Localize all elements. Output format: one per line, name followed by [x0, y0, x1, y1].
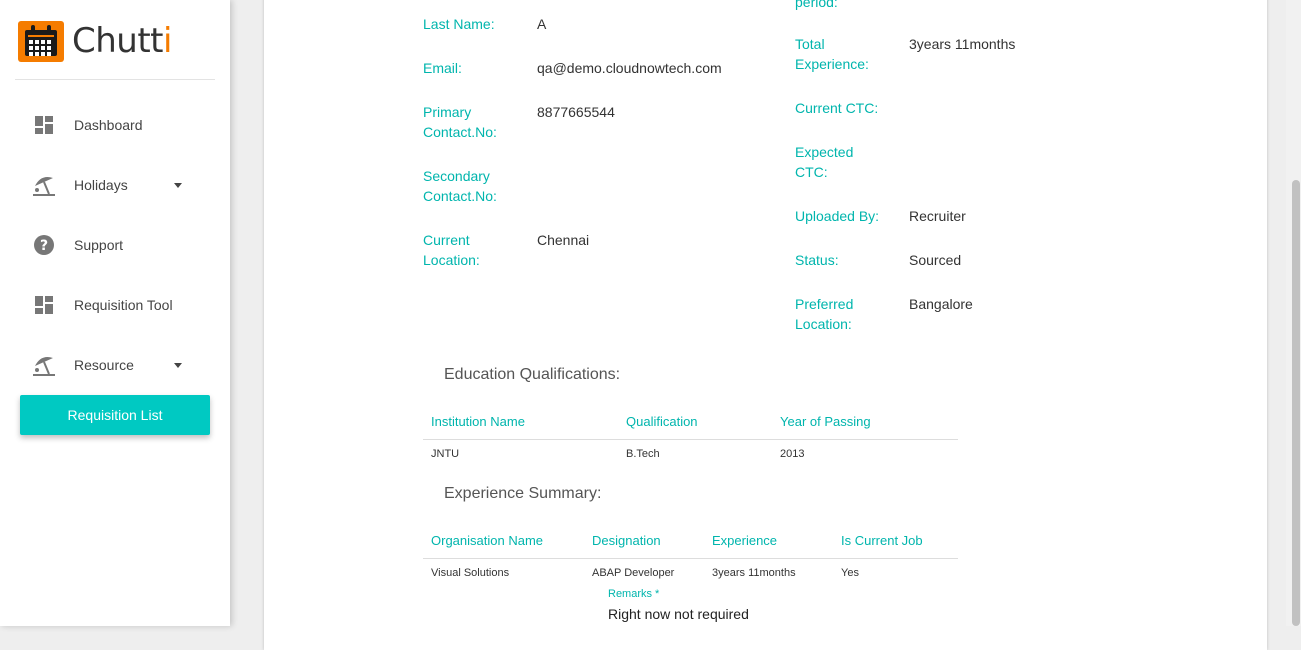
sidebar-item-holidays[interactable]: Holidays — [20, 164, 210, 206]
sidebar-item-label: Requisition List — [67, 407, 163, 423]
education-table: Institution Name Qualification Year of P… — [423, 404, 958, 469]
svg-text:?: ? — [40, 238, 48, 254]
beach-icon — [30, 351, 58, 379]
experience-section-title: Experience Summary: — [444, 485, 602, 502]
column-header-year-of-passing: Year of Passing — [772, 404, 958, 440]
table-cell: 3years 11months — [712, 567, 796, 580]
email-value: qa@demo.cloudnowtech.com — [537, 60, 722, 76]
notice-period-label: period: — [795, 0, 838, 10]
secondary-contact-label: Secondary Contact.No: — [423, 168, 497, 204]
help-icon: ? — [30, 231, 58, 259]
table-row: JNTU B.Tech 2013 — [423, 439, 958, 469]
remarks-label: Remarks * — [608, 588, 660, 600]
app-logo[interactable]: Chutti — [18, 20, 172, 62]
beach-icon — [30, 171, 58, 199]
table-cell: 2013 — [780, 448, 805, 461]
column-header-is-current-job: Is Current Job — [833, 523, 958, 559]
sidebar-item-label: Holidays — [74, 177, 128, 193]
calendar-logo-icon — [18, 20, 64, 62]
sidebar-item-label: Dashboard — [74, 117, 143, 133]
column-header-organisation: Organisation Name — [423, 523, 584, 559]
expected-ctc-label: Expected CTC: — [795, 144, 854, 180]
sidebar-item-requisition-tool[interactable]: Requisition Tool — [20, 284, 210, 326]
email-label: Email: — [423, 60, 462, 76]
sidebar-item-requisition-list[interactable]: Requisition List — [20, 395, 210, 435]
table-cell: Yes — [841, 567, 859, 580]
divider — [15, 79, 215, 80]
sidebar-item-resource[interactable]: Resource — [20, 344, 210, 386]
table-cell: JNTU — [431, 448, 460, 461]
status-value: Sourced — [909, 252, 962, 268]
table-cell: Visual Solutions — [431, 567, 510, 580]
table-cell: B.Tech — [626, 448, 660, 461]
preferred-location-value: Bangalore — [909, 296, 973, 312]
table-cell: ABAP Developer — [592, 567, 675, 580]
uploaded-by-label: Uploaded By: — [795, 208, 880, 224]
column-header-designation: Designation — [584, 523, 704, 559]
remarks-field[interactable]: Right now not required — [608, 606, 749, 622]
column-header-experience: Experience — [704, 523, 833, 559]
total-experience-label: Total Experience: — [795, 36, 869, 72]
status-label: Status: — [795, 252, 839, 268]
sidebar-item-dashboard[interactable]: Dashboard — [20, 104, 210, 146]
logo-text: Chutti — [72, 21, 172, 61]
preferred-location-label: Preferred Location: — [795, 296, 854, 332]
column-header-qualification: Qualification — [618, 404, 772, 440]
sidebar-item-support[interactable]: ? Support — [20, 224, 210, 266]
current-ctc-label: Current CTC: — [795, 100, 879, 116]
sidebar-item-label: Requisition Tool — [74, 297, 173, 313]
dashboard-icon — [30, 111, 58, 139]
uploaded-by-value: Recruiter — [909, 208, 966, 224]
primary-contact-value: 8877665544 — [537, 104, 615, 120]
scrollbar-thumb[interactable] — [1292, 180, 1300, 626]
current-location-value: Chennai — [537, 232, 590, 248]
sidebar-item-label: Resource — [74, 357, 134, 373]
current-location-label: Current Location: — [423, 232, 480, 268]
sidebar: Chutti Dashboard Holidays ? Support Requ… — [0, 0, 230, 626]
table-row: Visual Solutions ABAP Developer 3years 1… — [423, 558, 958, 588]
column-header-institution: Institution Name — [423, 404, 618, 440]
last-name-label: Last Name: — [423, 16, 495, 32]
chevron-down-icon[interactable] — [174, 182, 182, 188]
primary-contact-label: Primary Contact.No: — [423, 104, 497, 140]
experience-table: Organisation Name Designation Experience… — [423, 523, 958, 588]
dashboard-icon — [30, 291, 58, 319]
last-name-value: A — [537, 16, 547, 32]
total-experience-value: 3years 11months — [909, 36, 1016, 52]
chevron-down-icon[interactable] — [174, 362, 182, 368]
sidebar-item-label: Support — [74, 237, 124, 253]
education-section-title: Education Qualifications: — [444, 366, 621, 383]
